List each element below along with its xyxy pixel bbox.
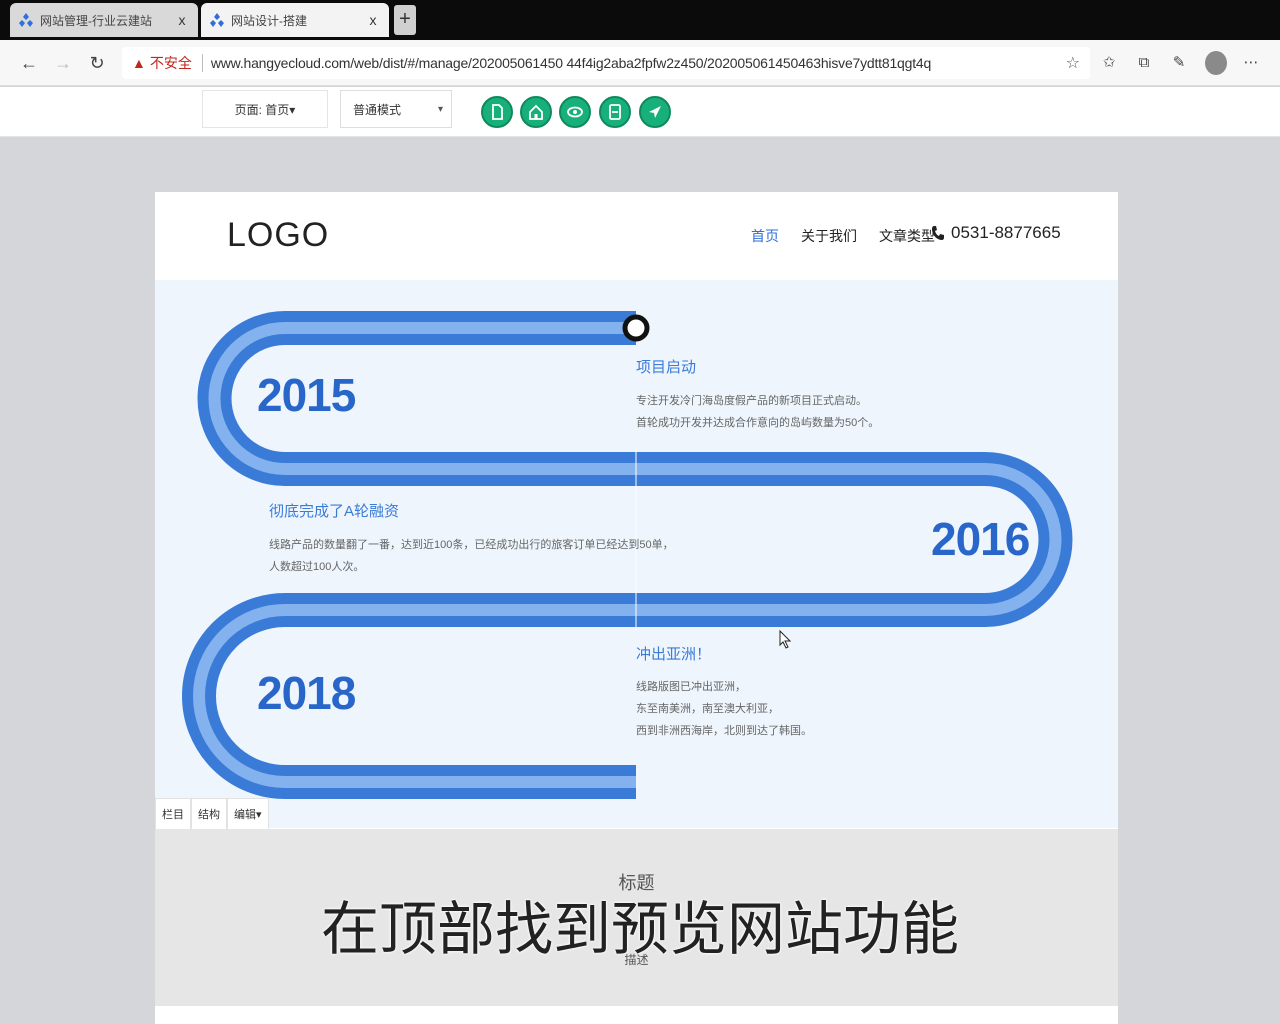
- nav-item-articles[interactable]: 文章类型: [879, 226, 935, 246]
- timeline-event-desc: 专注开发冷门海岛度假产品的新项目正式启动。 首轮成功开发并达成合作意向的岛屿数量…: [636, 390, 936, 434]
- url-input[interactable]: ▲ 不安全 www.hangyecloud.com/web/dist/#/man…: [122, 47, 1090, 79]
- publish-button[interactable]: [639, 96, 671, 128]
- save-button[interactable]: [599, 96, 631, 128]
- back-icon[interactable]: ←: [16, 50, 42, 76]
- timeline-event-desc: 线路版图已冲出亚洲， 东至南美洲，南至澳大利亚， 西到非洲西海岸，北则到达了韩国…: [636, 676, 936, 742]
- desc-line: 东至南美洲，南至澳大利亚，: [636, 703, 779, 715]
- video-subtitle: 在顶部找到预览网站功能: [320, 895, 959, 963]
- url-divider: [201, 54, 203, 72]
- desc-line: 专注开发冷门海岛度假产品的新项目正式启动。: [636, 395, 867, 407]
- feedback-icon[interactable]: ✎: [1168, 52, 1190, 74]
- home-button[interactable]: [520, 96, 552, 128]
- page-select[interactable]: 页面: 首页▾: [202, 90, 328, 128]
- more-icon[interactable]: ⋯: [1240, 52, 1262, 74]
- home-icon: [529, 104, 543, 120]
- tab-title: 网站设计-搭建: [231, 13, 307, 28]
- browser-tab-strip: 网站管理-行业云建站 x 网站设计-搭建 x +: [0, 0, 1280, 40]
- phone-icon: [932, 226, 944, 240]
- profile-avatar[interactable]: [1205, 51, 1227, 75]
- desc-line: 人数超过100人次。: [269, 561, 365, 573]
- site-favicon-icon: [19, 13, 33, 27]
- block-tab-structure[interactable]: 结构: [191, 798, 227, 830]
- forward-icon[interactable]: →: [50, 50, 76, 76]
- warning-icon: ▲: [132, 55, 146, 71]
- timeline-event-desc: 线路产品的数量翻了一番，达到近100条，已经成功出行的旅客订单已经达到50单， …: [269, 534, 674, 578]
- browser-tab-site-manage[interactable]: 网站管理-行业云建站 x: [10, 3, 198, 37]
- security-label[interactable]: 不安全: [150, 53, 192, 73]
- url-text[interactable]: www.hangyecloud.com/web/dist/#/manage/20…: [211, 55, 1058, 71]
- site-favicon-icon: [210, 13, 224, 27]
- tab-close-icon[interactable]: x: [365, 12, 381, 28]
- page-button[interactable]: [481, 96, 513, 128]
- nav-item-home[interactable]: 首页: [751, 226, 779, 246]
- mode-select[interactable]: 普通模式 ▾: [340, 90, 452, 128]
- phone-number: 0531-8877665: [951, 223, 1061, 242]
- send-icon: [649, 106, 661, 118]
- site-phone: 0531-8877665: [931, 223, 1061, 243]
- reload-icon[interactable]: ↻: [84, 50, 110, 76]
- favorites-icon[interactable]: ✩: [1098, 52, 1120, 74]
- timeline-event-title: 冲出亚洲！: [636, 646, 712, 663]
- mode-select-value: 普通模式: [353, 102, 402, 117]
- editor-toolbar: 页面: 首页▾ 普通模式 ▾: [0, 87, 1280, 137]
- site-logo[interactable]: LOGO: [227, 216, 329, 255]
- timeline-section[interactable]: 2015 项目启动 专注开发冷门海岛度假产品的新项目正式启动。 首轮成功开发并达…: [155, 280, 1118, 828]
- site-header: LOGO 首页 关于我们 文章类型 0531-8877665: [155, 192, 1118, 280]
- site-nav: 首页 关于我们 文章类型: [751, 226, 935, 246]
- desc-line: 首轮成功开发并达成合作意向的岛屿数量为50个。: [636, 417, 880, 429]
- desc-line: 线路产品的数量翻了一番，达到近100条，已经成功出行的旅客订单已经达到50单，: [269, 539, 674, 551]
- timeline-event-title: 项目启动: [636, 359, 697, 376]
- timeline-event-title: 彻底完成了A轮融资: [269, 503, 400, 520]
- nav-item-about[interactable]: 关于我们: [801, 226, 857, 246]
- new-tab-button[interactable]: +: [394, 5, 416, 35]
- collections-icon[interactable]: ⧉: [1133, 52, 1155, 74]
- desc-line: 线路版图已冲出亚洲，: [636, 681, 746, 693]
- block-tabs: 栏目 结构 编辑▾: [155, 798, 269, 830]
- timeline-year: 2015: [257, 369, 356, 421]
- timeline-year: 2018: [257, 667, 356, 719]
- block-tab-edit[interactable]: 编辑▾: [227, 798, 269, 830]
- mouse-cursor-icon: [779, 630, 791, 649]
- preview-button[interactable]: [559, 96, 591, 128]
- tab-title: 网站管理-行业云建站: [40, 13, 152, 28]
- timeline-year: 2016: [931, 513, 1030, 565]
- block-tab-column[interactable]: 栏目: [155, 798, 191, 830]
- address-bar: ← → ↻ ▲ 不安全 www.hangyecloud.com/web/dist…: [0, 40, 1280, 86]
- chevron-down-icon: ▾: [437, 103, 443, 115]
- page-icon: [492, 104, 503, 120]
- desc-line: 西到非洲西海岸，北则到达了韩国。: [636, 725, 812, 737]
- bookmark-star-icon[interactable]: ☆: [1066, 53, 1080, 73]
- browser-tab-site-design[interactable]: 网站设计-搭建 x: [201, 3, 389, 37]
- save-icon: [609, 104, 621, 120]
- tab-close-icon[interactable]: x: [174, 12, 190, 28]
- eye-icon: [567, 106, 583, 118]
